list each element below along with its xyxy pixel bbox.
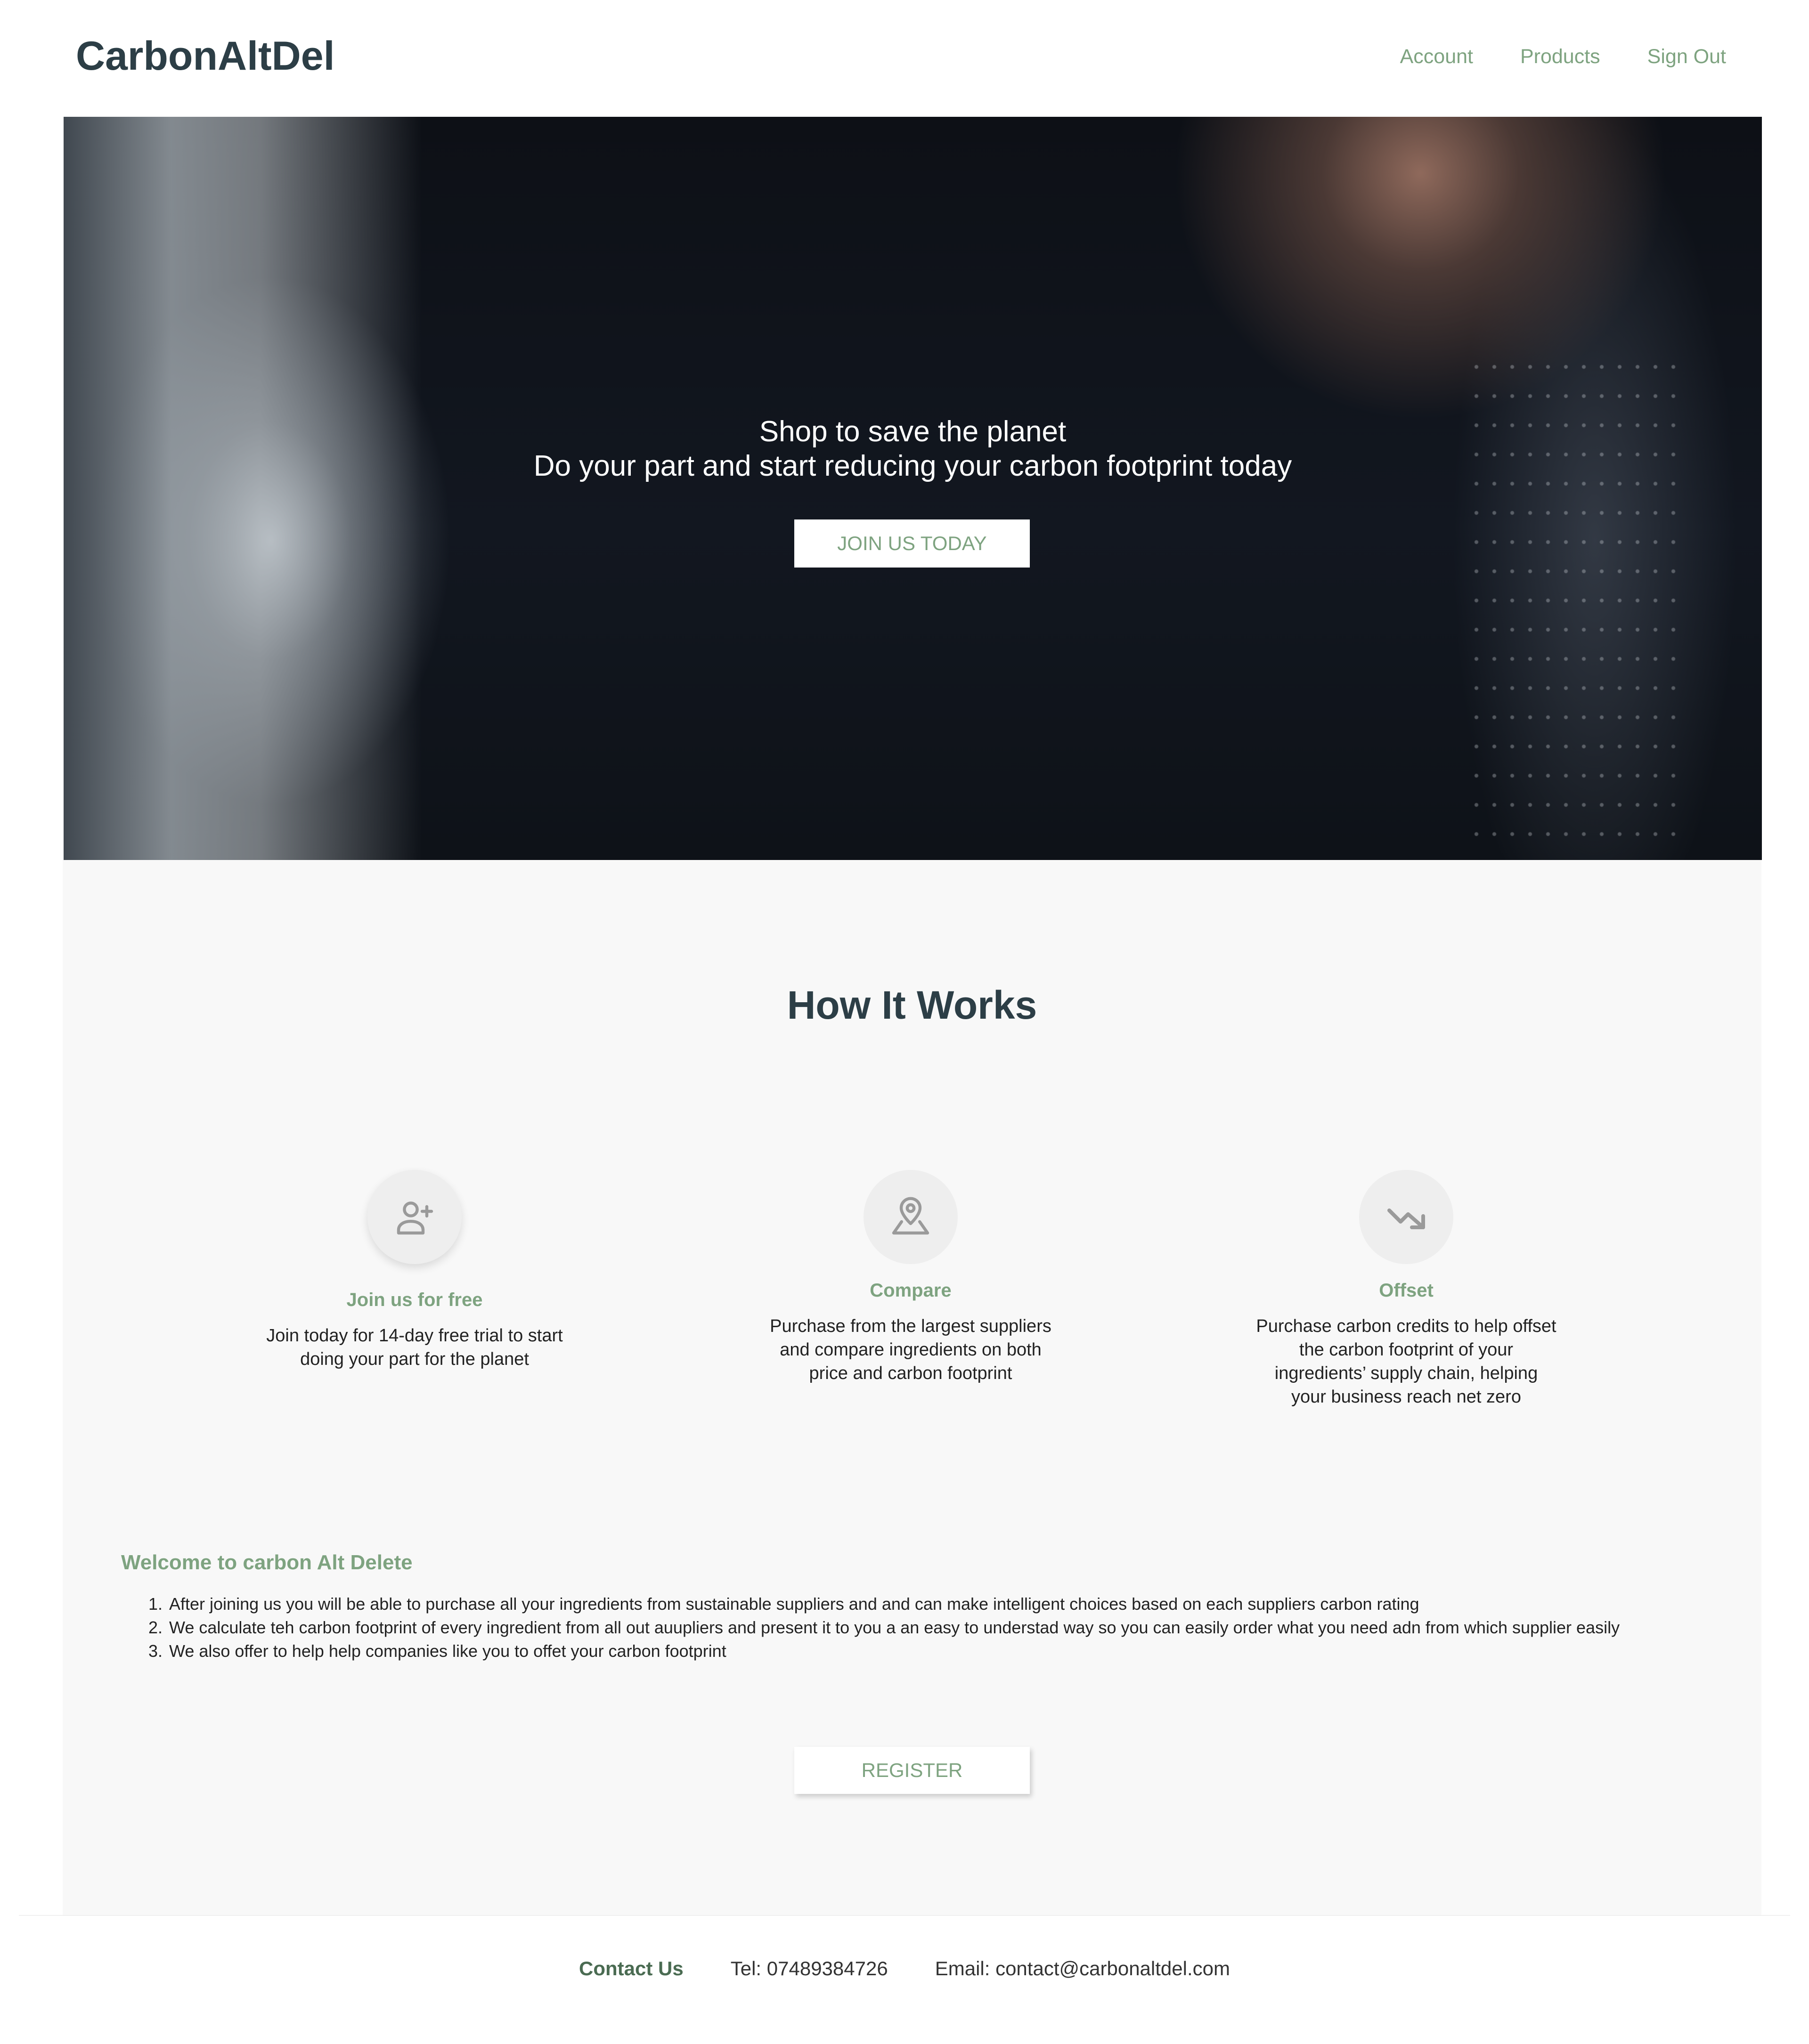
- step-compare-icon-circle: [864, 1170, 958, 1264]
- contact-us-label: Contact Us: [579, 1957, 684, 1979]
- step-offset-description: Purchase carbon credits to help offset t…: [1256, 1316, 1556, 1407]
- how-it-works-section: How It Works Join us for free Join today…: [63, 860, 1761, 1915]
- step-compare: Compare Purchase from the largest suppli…: [760, 1170, 1061, 1385]
- step-offset-title: Offset: [1379, 1280, 1434, 1301]
- footer-telephone[interactable]: Tel: 07489384726: [731, 1957, 888, 1980]
- map-pin-icon: [892, 1197, 929, 1235]
- nav-sign-out-link[interactable]: Sign Out: [1647, 45, 1726, 68]
- step-offset: Offset Purchase carbon credits to help o…: [1255, 1170, 1557, 1409]
- site-header: CarbonAltDel Account Products Sign Out: [0, 0, 1809, 117]
- step-join-description: Join today for 14-day free trial to star…: [266, 1326, 563, 1369]
- user-plus-icon: [397, 1201, 433, 1235]
- trending-down-icon: [1387, 1209, 1425, 1229]
- step-join-icon-circle: [367, 1170, 462, 1264]
- welcome-list-item: We calculate teh carbon footprint of eve…: [167, 1616, 1684, 1639]
- hero-banner: Shop to save the planet Do your part and…: [64, 117, 1762, 860]
- nav-account-link[interactable]: Account: [1400, 45, 1473, 68]
- hero-title: Shop to save the planet: [759, 415, 1067, 448]
- footer-email[interactable]: Email: contact@carbonaltdel.com: [935, 1957, 1230, 1980]
- welcome-list-item: We also offer to help help companies lik…: [167, 1639, 1684, 1663]
- site-footer: Contact Us Tel: 07489384726 Email: conta…: [19, 1915, 1790, 2044]
- register-button[interactable]: REGISTER: [794, 1747, 1030, 1794]
- step-join-title: Join us for free: [346, 1290, 483, 1310]
- step-compare-description: Purchase from the largest suppliers and …: [770, 1316, 1051, 1383]
- welcome-title: Welcome to carbon Alt Delete: [121, 1551, 413, 1574]
- welcome-list-item: After joining us you will be able to pur…: [167, 1592, 1684, 1616]
- how-it-works-title: How It Works: [787, 983, 1037, 1027]
- site-logo[interactable]: CarbonAltDel: [76, 33, 334, 80]
- step-join: Join us for free Join today for 14-day f…: [264, 1170, 565, 1371]
- step-compare-title: Compare: [870, 1280, 952, 1301]
- footer-contact-row: Contact Us Tel: 07489384726 Email: conta…: [19, 1957, 1790, 1980]
- main-nav: Account Products Sign Out: [1400, 45, 1726, 68]
- welcome-list: After joining us you will be able to pur…: [148, 1592, 1684, 1663]
- hero-subtitle: Do your part and start reducing your car…: [533, 450, 1292, 482]
- hero-content: Shop to save the planet Do your part and…: [64, 117, 1762, 860]
- step-offset-icon-circle: [1359, 1170, 1453, 1264]
- nav-products-link[interactable]: Products: [1520, 45, 1600, 68]
- join-us-today-button[interactable]: JOIN US TODAY: [794, 519, 1030, 568]
